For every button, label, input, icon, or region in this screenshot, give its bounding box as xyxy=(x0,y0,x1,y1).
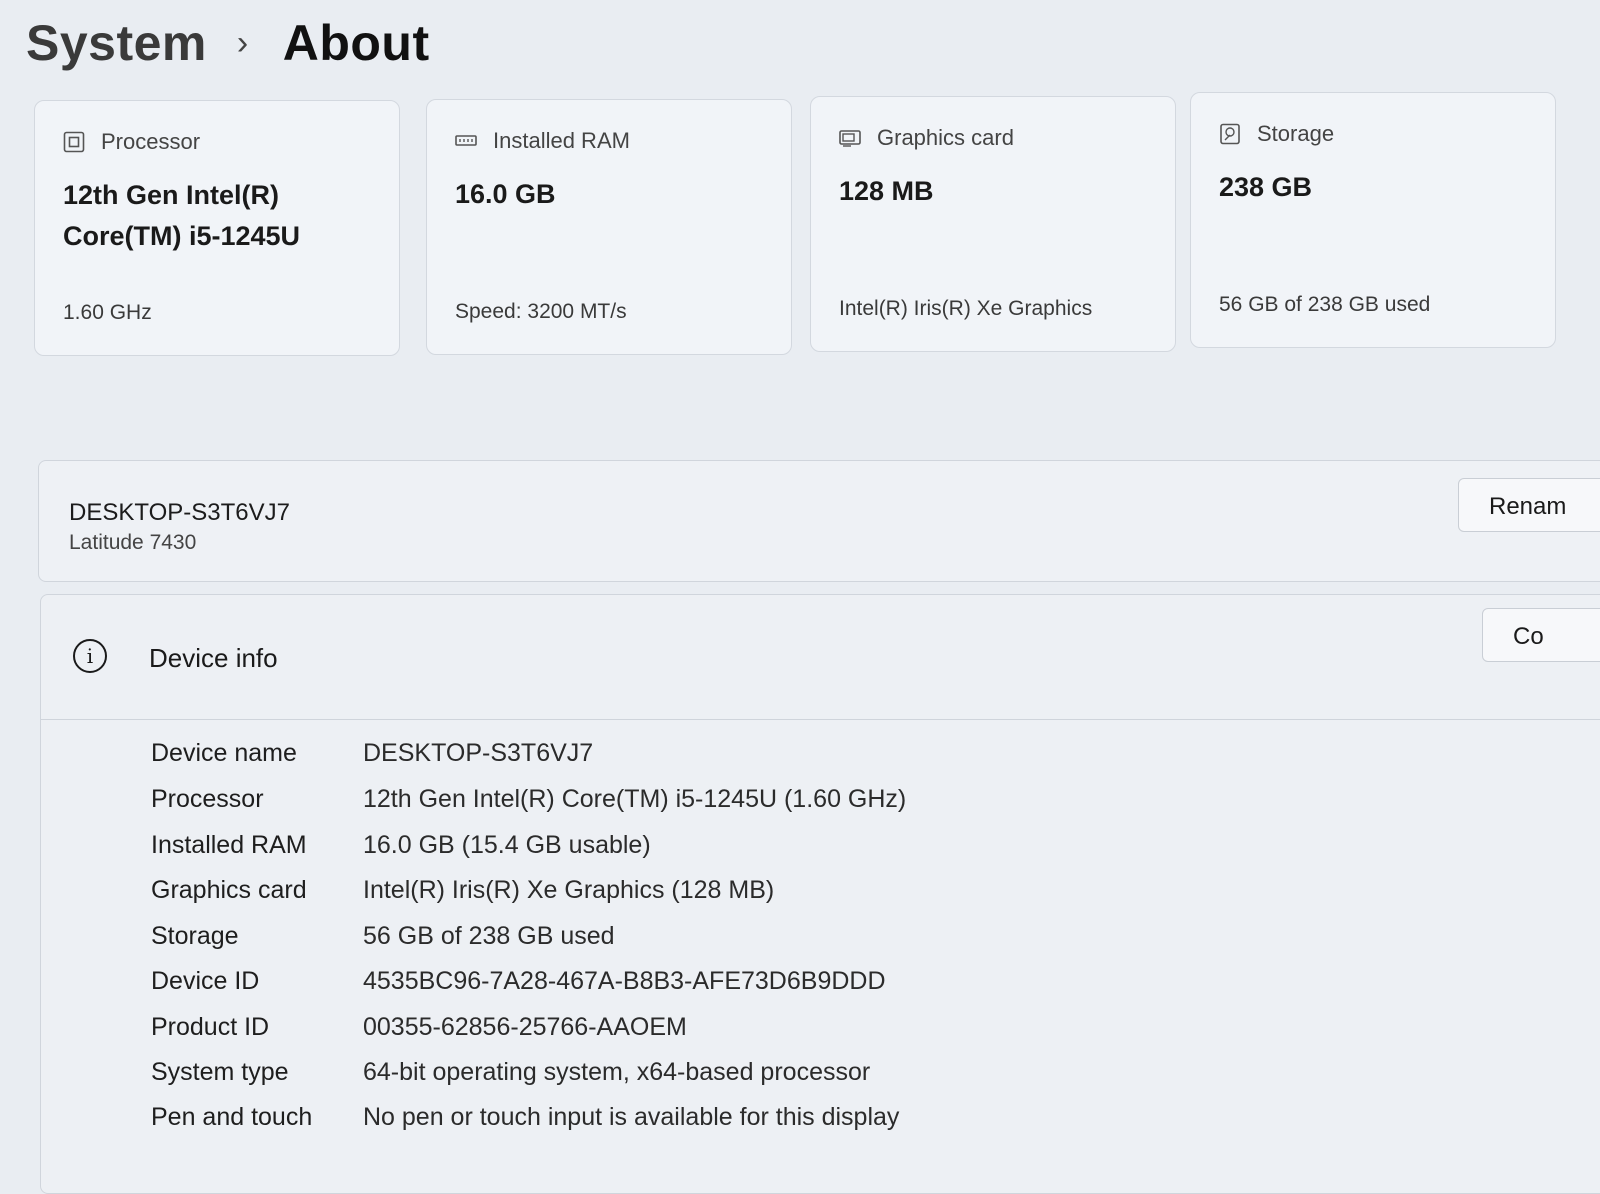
breadcrumb-system-link[interactable]: System xyxy=(26,14,207,72)
device-name-panel: DESKTOP-S3T6VJ7 Latitude 7430 xyxy=(38,460,1600,582)
processor-card-sub: 1.60 GHz xyxy=(63,301,152,324)
device-model: Latitude 7430 xyxy=(69,531,197,554)
spec-label: Pen and touch xyxy=(151,1103,313,1131)
spec-row-processor: Processor 12th Gen Intel(R) Core(TM) i5-… xyxy=(151,785,906,825)
spec-row-system-type: System type 64-bit operating system, x64… xyxy=(151,1058,870,1098)
processor-icon xyxy=(63,131,85,153)
ram-icon xyxy=(455,135,477,146)
spec-row-installed-ram: Installed RAM 16.0 GB (15.4 GB usable) xyxy=(151,831,651,871)
spec-value[interactable]: 56 GB of 238 GB used xyxy=(363,922,615,962)
breadcrumb-separator: › xyxy=(236,23,249,62)
graphics-card-icon xyxy=(839,130,861,147)
spec-value[interactable]: DESKTOP-S3T6VJ7 xyxy=(363,739,593,779)
spec-row-storage: Storage 56 GB of 238 GB used xyxy=(151,922,615,962)
spec-value[interactable]: 12th Gen Intel(R) Core(TM) i5-1245U (1.6… xyxy=(363,785,906,825)
device-info-panel: i Device info Device name DESKTOP-S3T6VJ… xyxy=(40,594,1600,1194)
spec-value[interactable]: No pen or touch input is available for t… xyxy=(363,1103,899,1143)
page-title: About xyxy=(282,15,430,71)
device-info-title: Device info xyxy=(149,643,278,673)
ram-card-value: 16.0 GB xyxy=(455,179,556,209)
spec-row-pen-and-touch: Pen and touch No pen or touch input is a… xyxy=(151,1103,899,1143)
spec-label: Graphics card xyxy=(151,876,307,904)
rename-button[interactable]: Renam xyxy=(1458,478,1600,532)
spec-row-device-id: Device ID 4535BC96-7A28-467A-B8B3-AFE73D… xyxy=(151,967,886,1007)
processor-card-header: Processor xyxy=(63,129,200,155)
spec-value[interactable]: 16.0 GB (15.4 GB usable) xyxy=(363,831,651,871)
ram-card-title: Installed RAM xyxy=(493,128,630,153)
spec-value[interactable]: 64-bit operating system, x64-based proce… xyxy=(363,1058,870,1098)
spec-row-product-id: Product ID 00355-62856-25766-AAOEM xyxy=(151,1013,687,1053)
spec-row-device-name: Device name DESKTOP-S3T6VJ7 xyxy=(151,739,593,779)
spec-label: Processor xyxy=(151,785,264,813)
graphics-card-sub: Intel(R) Iris(R) Xe Graphics xyxy=(839,297,1093,320)
spec-label: Storage xyxy=(151,922,239,950)
spec-value[interactable]: 4535BC96-7A28-467A-B8B3-AFE73D6B9DDD xyxy=(363,967,886,1007)
info-icon: i xyxy=(73,639,107,673)
storage-card-sub: 56 GB of 238 GB used xyxy=(1219,293,1431,316)
spec-label: System type xyxy=(151,1058,289,1086)
storage-card-value: 238 GB xyxy=(1219,172,1313,202)
spec-row-graphics-card: Graphics card Intel(R) Iris(R) Xe Graphi… xyxy=(151,876,774,916)
spec-label: Device name xyxy=(151,739,297,767)
graphics-card-header: Graphics card xyxy=(839,125,1014,151)
processor-card: Processor 12th Gen Intel(R) Core(TM) i5-… xyxy=(34,100,400,356)
ram-card: Installed RAM 16.0 GB Speed: 3200 MT/s xyxy=(426,99,792,355)
processor-card-title: Processor xyxy=(101,129,201,154)
processor-card-value: 12th Gen Intel(R) Core(TM) i5-1245U xyxy=(63,180,301,251)
graphics-card-title: Graphics card xyxy=(877,125,1014,150)
storage-card-header: Storage xyxy=(1219,121,1334,147)
ram-card-sub: Speed: 3200 MT/s xyxy=(455,300,627,323)
storage-card: Storage 238 GB 56 GB of 238 GB used xyxy=(1190,92,1556,348)
graphics-card-card: Graphics card 128 MB Intel(R) Iris(R) Xe… xyxy=(810,96,1176,352)
spec-value[interactable]: 00355-62856-25766-AAOEM xyxy=(363,1013,687,1053)
spec-label: Device ID xyxy=(151,967,260,995)
ram-card-header: Installed RAM xyxy=(455,128,630,154)
divider xyxy=(41,719,1600,720)
storage-icon xyxy=(1220,123,1240,145)
storage-card-title: Storage xyxy=(1257,121,1335,146)
spec-value[interactable]: Intel(R) Iris(R) Xe Graphics (128 MB) xyxy=(363,876,774,916)
breadcrumb: System › About xyxy=(26,14,430,72)
device-name: DESKTOP-S3T6VJ7 xyxy=(69,499,290,526)
copy-button[interactable]: Co xyxy=(1482,608,1600,662)
spec-label: Installed RAM xyxy=(151,831,307,859)
graphics-card-value: 128 MB xyxy=(839,176,934,206)
spec-label: Product ID xyxy=(151,1013,270,1041)
